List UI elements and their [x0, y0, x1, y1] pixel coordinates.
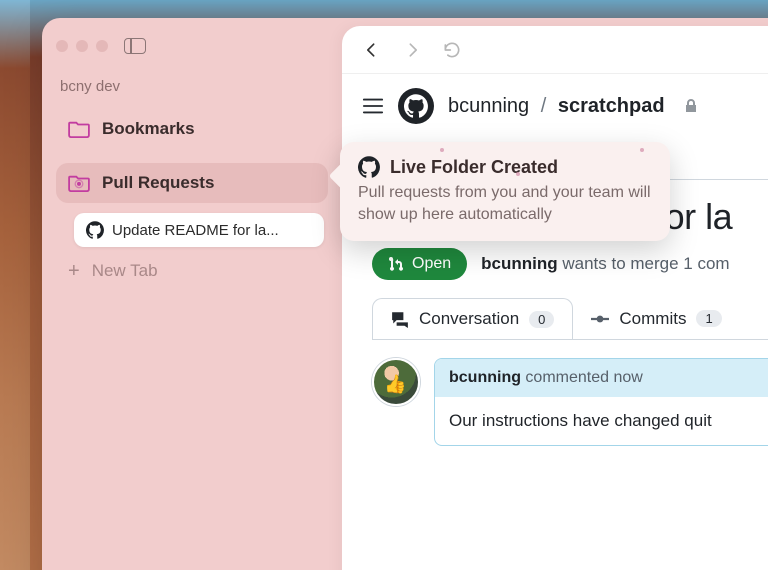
avatar[interactable] [372, 358, 420, 406]
comment-header: bcunning commented now [435, 359, 768, 397]
sidebar-tab-item[interactable]: Update README for la... [74, 213, 324, 247]
pr-status-row: Open bcunning wants to merge 1 com [342, 242, 768, 298]
window-controls [56, 32, 328, 60]
repo-name-link[interactable]: scratchpad [558, 95, 665, 117]
tab-count: 0 [529, 311, 554, 328]
merge-summary: bcunning wants to merge 1 com [481, 254, 729, 274]
minimize-window-dot[interactable] [76, 40, 88, 52]
comment-body: Our instructions have changed quit [435, 397, 768, 445]
new-tab-label: New Tab [92, 261, 158, 281]
git-pull-request-icon [388, 256, 404, 272]
pr-tabs: Conversation 0 Commits 1 [342, 298, 768, 339]
back-button[interactable] [362, 40, 382, 60]
repo-tab-pull-requests[interactable]: equests 1 [757, 145, 768, 179]
merge-author[interactable]: bcunning [481, 254, 557, 273]
folder-icon [68, 120, 90, 138]
desktop-wallpaper [0, 0, 30, 570]
tab-label: Conversation [419, 309, 519, 329]
breadcrumb-separator: / [541, 95, 547, 117]
comment-box: bcunning commented now Our instructions … [434, 358, 768, 446]
sidebar: bcny dev Bookmarks Pull Requests Update … [42, 18, 342, 570]
page-content: bcunning / scratchpad equests 1 Update R… [342, 26, 768, 570]
maximize-window-dot[interactable] [96, 40, 108, 52]
lock-icon [683, 98, 699, 114]
sidebar-toggle-icon[interactable] [124, 38, 146, 54]
sidebar-folder-pull-requests[interactable]: Pull Requests [56, 163, 328, 203]
comment-author[interactable]: bcunning [449, 369, 521, 386]
sparkle-icon [640, 148, 644, 152]
pr-tab-commits[interactable]: Commits 1 [573, 299, 739, 339]
comment-discussion-icon [391, 310, 409, 328]
tab-label: Commits [619, 309, 686, 329]
folder-label: Bookmarks [102, 119, 195, 139]
comment-thread: bcunning commented now Our instructions … [342, 340, 768, 464]
comment-action: commented now [521, 369, 643, 386]
browser-window: bcny dev Bookmarks Pull Requests Update … [42, 18, 768, 570]
badge-label: Open [412, 255, 451, 273]
sparkle-icon [516, 172, 520, 176]
folder-live-icon [68, 174, 90, 192]
tab-count: 1 [696, 310, 721, 327]
workspace-label: bcny dev [56, 78, 328, 95]
forward-button[interactable] [402, 40, 422, 60]
popover-title: Live Folder Created [390, 157, 558, 178]
folder-label: Pull Requests [102, 173, 214, 193]
reload-button[interactable] [442, 40, 462, 60]
github-icon [358, 156, 380, 178]
sparkle-icon [440, 148, 444, 152]
new-tab-button[interactable]: + New Tab [56, 247, 328, 281]
breadcrumb: bcunning / scratchpad [448, 95, 665, 118]
pr-tab-conversation[interactable]: Conversation 0 [372, 298, 573, 340]
live-folder-popover: Live Folder Created Pull requests from y… [340, 142, 670, 241]
tab-title: Update README for la... [112, 222, 279, 239]
popover-body: Pull requests from you and your team wil… [358, 182, 652, 225]
git-commit-icon [591, 310, 609, 328]
repo-owner-link[interactable]: bcunning [448, 95, 529, 117]
nav-toolbar [342, 26, 768, 74]
pr-open-badge: Open [372, 248, 467, 280]
menu-icon[interactable] [362, 97, 384, 115]
close-window-dot[interactable] [56, 40, 68, 52]
repo-header: bcunning / scratchpad [342, 74, 768, 134]
github-logo[interactable] [398, 88, 434, 124]
github-icon [86, 221, 104, 239]
sidebar-folder-bookmarks[interactable]: Bookmarks [56, 109, 328, 149]
plus-icon: + [68, 261, 80, 281]
